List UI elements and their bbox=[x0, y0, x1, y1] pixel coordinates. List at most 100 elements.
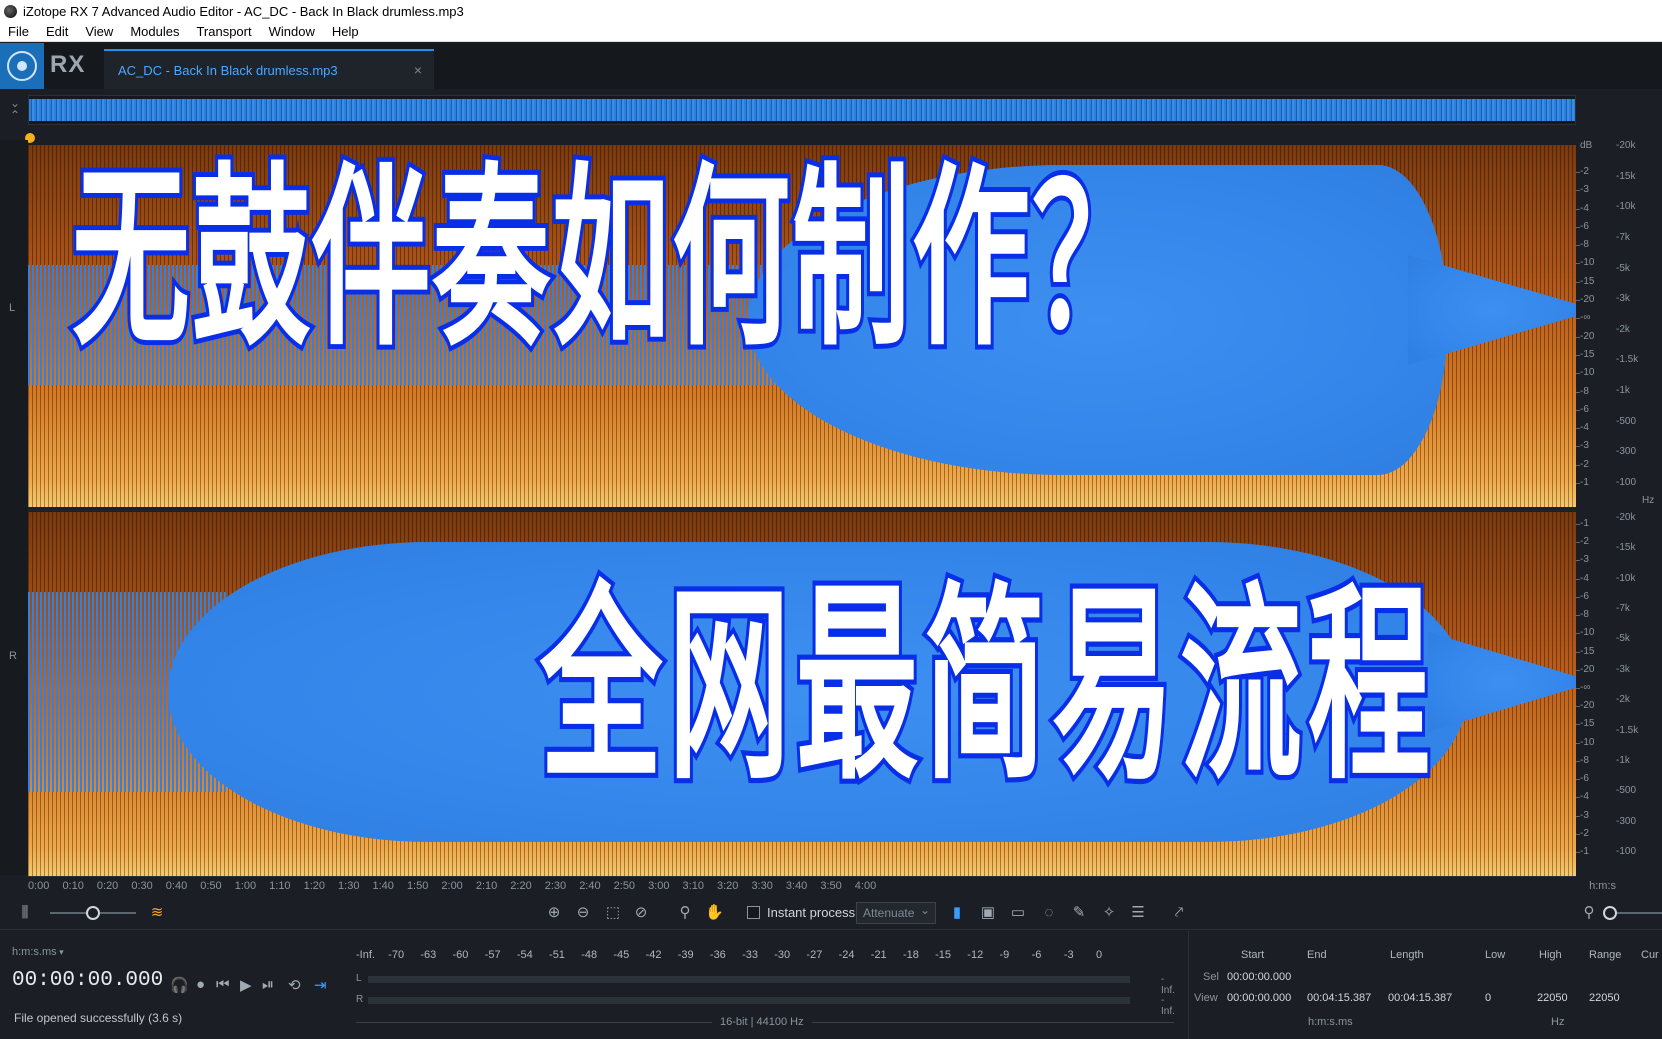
monitor-icon[interactable]: 🎧 bbox=[170, 976, 189, 994]
scale-right[interactable]: -1 -2 -3 -4 -6 -8 -10 -15 -20 -∞ -20 -15 -10 -8 -6 -4 -3… bbox=[1576, 512, 1662, 876]
scale-left[interactable]: dB Hz -2 -3 -4 -6 -8 -10 -15 -20 -∞ -20 -15 -10 -8 -6… bbox=[1576, 140, 1662, 507]
db-tick-label: -4 bbox=[1580, 572, 1589, 584]
view-high-value[interactable]: 22050 bbox=[1537, 992, 1568, 1004]
zoom-in-icon[interactable]: ⊕ bbox=[545, 904, 563, 922]
time-selection-tool-icon[interactable]: ▮ bbox=[948, 904, 966, 922]
vertical-zoom-icon[interactable]: ⚲ bbox=[1580, 904, 1598, 922]
zoom-selection-icon[interactable]: ⬚ bbox=[604, 904, 622, 922]
db-tick bbox=[1576, 706, 1580, 708]
time-format-select[interactable]: h:m:s.ms bbox=[12, 946, 64, 958]
instant-process-checkbox[interactable] bbox=[747, 906, 760, 919]
menu-file[interactable]: File bbox=[0, 24, 38, 39]
db-tick-label: -15 bbox=[1580, 645, 1595, 657]
hz-tick-label: -2k bbox=[1616, 694, 1630, 706]
meter-scale-label: -48 bbox=[581, 949, 598, 961]
view-start-value[interactable]: 00:00:00.000 bbox=[1227, 992, 1291, 1004]
hz-tick-label: -15k bbox=[1616, 170, 1636, 182]
hz-tick-label: -100 bbox=[1616, 846, 1637, 857]
menu-modules[interactable]: Modules bbox=[122, 24, 188, 39]
db-tick-label: -15 bbox=[1580, 718, 1595, 730]
collapse-overview-icon[interactable]: ⌄ ⌃ bbox=[8, 97, 22, 121]
db-tick bbox=[1576, 428, 1580, 430]
time-frequency-selection-icon[interactable]: ▣ bbox=[979, 904, 997, 922]
lasso-selection-icon[interactable]: ◌ bbox=[1040, 904, 1058, 922]
brush-selection-icon[interactable]: ✎ bbox=[1070, 904, 1088, 922]
go-to-start-button[interactable]: ⏮ bbox=[216, 976, 230, 993]
time-ruler[interactable]: h:m:s 0:00 0:10 0:20 0:30 0:40 0:50 1:00 1:10 1:… bbox=[28, 876, 1616, 896]
meter-scale-label: -Inf. bbox=[356, 949, 375, 961]
ruler-tick-label: 0:50 bbox=[200, 880, 222, 892]
waveform-toggle-icon[interactable]: ⫼ bbox=[16, 904, 34, 922]
ruler-tick-label: 0:10 bbox=[62, 880, 84, 892]
menu-window[interactable]: Window bbox=[261, 24, 324, 39]
bitrate-rule-right bbox=[812, 1022, 1174, 1023]
hand-tool-icon[interactable]: ✋ bbox=[705, 904, 724, 922]
hz-tick-label: -10k bbox=[1616, 201, 1636, 213]
db-tick bbox=[1576, 688, 1580, 689]
attenuate-select[interactable]: Attenuate bbox=[856, 902, 936, 924]
zoom-tool-icon[interactable]: ⚲ bbox=[676, 904, 694, 922]
meter-scale-label: -27 bbox=[806, 949, 823, 961]
spectrogram-toggle-icon[interactable]: ≋ bbox=[148, 904, 166, 922]
view-low-value[interactable]: 0 bbox=[1485, 992, 1491, 1004]
db-tick-label: -6 bbox=[1580, 590, 1589, 602]
meter-scale-label: -12 bbox=[967, 949, 984, 961]
menu-transport[interactable]: Transport bbox=[188, 24, 260, 39]
file-tab[interactable]: AC_DC - Back In Black drumless.mp3 × bbox=[104, 49, 434, 89]
app-header: RX AC_DC - Back In Black drumless.mp3 × bbox=[0, 43, 1662, 89]
hz-tick-label: -500 bbox=[1616, 415, 1637, 427]
record-button[interactable]: ● bbox=[196, 976, 205, 993]
close-tab-icon[interactable]: × bbox=[414, 62, 422, 78]
playback-follow-button[interactable]: ⇥ bbox=[314, 976, 327, 994]
hz-tick-label: -7k bbox=[1616, 603, 1630, 615]
zoom-fit-icon[interactable]: ⊘ bbox=[632, 904, 650, 922]
meter-scale-label: -39 bbox=[677, 949, 694, 961]
db-tick-label: -4 bbox=[1580, 202, 1589, 214]
rx-label: RX bbox=[50, 51, 86, 78]
db-tick-label: -3 bbox=[1580, 184, 1589, 196]
bit-depth-sample-rate: 16-bit | 44100 Hz bbox=[720, 1016, 804, 1028]
menu-view[interactable]: View bbox=[77, 24, 122, 39]
db-tick-label: -8 bbox=[1580, 754, 1589, 766]
hz-tick-label: -1.5k bbox=[1616, 354, 1639, 366]
izotope-logo-icon[interactable] bbox=[0, 43, 44, 89]
db-tick-label: -2 bbox=[1580, 458, 1589, 470]
ruler-tick-label: 4:00 bbox=[854, 880, 877, 892]
menu-help[interactable]: Help bbox=[324, 24, 368, 39]
loop-button[interactable]: ⟲ bbox=[288, 976, 301, 994]
menu-edit[interactable]: Edit bbox=[38, 24, 77, 39]
slider-knob[interactable] bbox=[86, 906, 100, 920]
ruler-tick-label: 2:50 bbox=[613, 880, 636, 892]
meter-scale-label: -15 bbox=[935, 949, 952, 961]
db-tick bbox=[1576, 446, 1580, 448]
zoom-out-icon[interactable]: ⊖ bbox=[574, 904, 592, 922]
headline-line-2: 全网最简易流程 bbox=[537, 559, 1436, 814]
headline-line-1: 无鼓伴奏如何制作？ bbox=[69, 140, 1153, 378]
vertical-zoom-knob[interactable] bbox=[1603, 906, 1617, 920]
view-range-value[interactable]: 22050 bbox=[1589, 992, 1620, 1004]
sel-start-value[interactable]: 00:00:00.000 bbox=[1227, 971, 1291, 983]
db-tick bbox=[1576, 724, 1580, 726]
instant-process-tool-icon[interactable]: ⤤ bbox=[1170, 904, 1188, 922]
meter-scale-label: 0 bbox=[1096, 949, 1103, 961]
app-icon bbox=[4, 4, 17, 18]
bitrate-rule-left bbox=[356, 1022, 712, 1023]
db-tick-label: -2 bbox=[1580, 827, 1589, 839]
ruler-tick-label: 1:10 bbox=[269, 880, 291, 892]
harmonic-selection-icon[interactable]: ☰ bbox=[1129, 904, 1147, 922]
db-tick bbox=[1576, 263, 1580, 265]
play-selection-button[interactable]: ⏯ bbox=[262, 976, 274, 993]
magic-wand-icon[interactable]: ✧ bbox=[1100, 904, 1118, 922]
view-length-value[interactable]: 00:04:15.387 bbox=[1388, 992, 1452, 1004]
view-end-value[interactable]: 00:04:15.387 bbox=[1307, 992, 1371, 1004]
ruler-tick-label: 1:20 bbox=[303, 880, 326, 892]
ruler-tick-label: 0:20 bbox=[96, 880, 119, 892]
play-button[interactable]: ▶ bbox=[240, 976, 252, 994]
selection-freq-unit: Hz bbox=[1551, 1016, 1565, 1028]
db-tick bbox=[1576, 318, 1580, 320]
meter-scale-label: -18 bbox=[902, 949, 919, 961]
frequency-selection-icon[interactable]: ▭ bbox=[1009, 904, 1027, 922]
meter-peak-right: -Inf. bbox=[1161, 995, 1175, 1017]
meter-scale-label: -42 bbox=[645, 949, 662, 961]
ruler-unit: h:m:s bbox=[1589, 880, 1616, 892]
